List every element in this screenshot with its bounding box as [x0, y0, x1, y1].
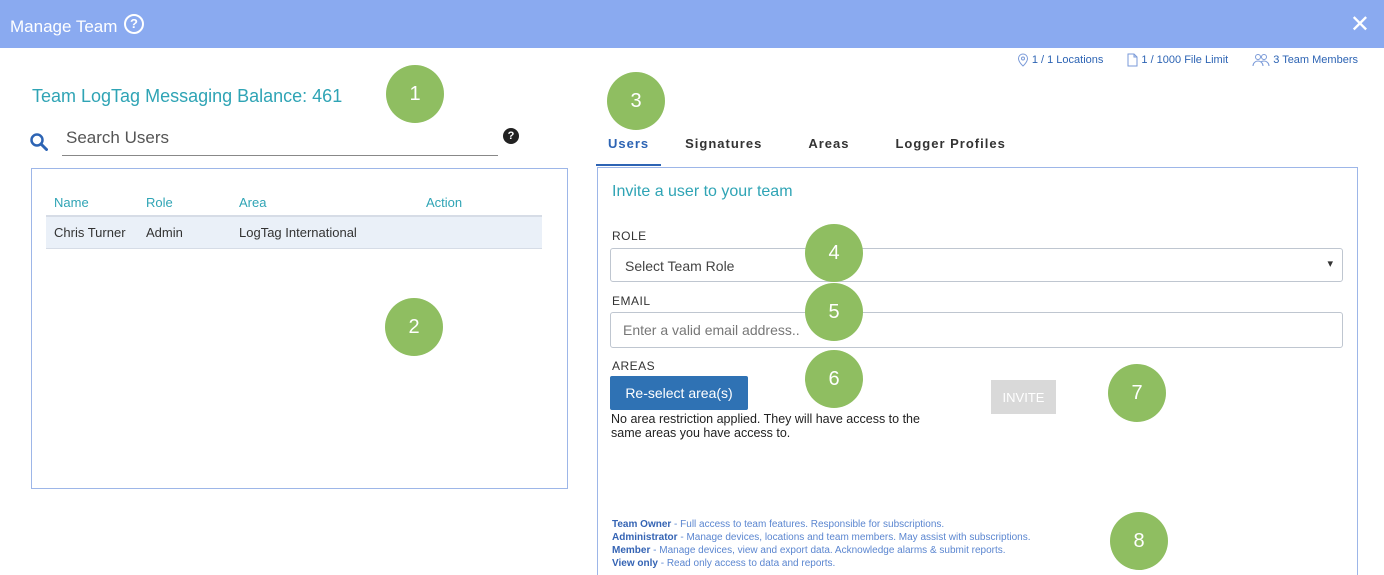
reselect-area-button[interactable]: Re-select area(s) — [610, 376, 748, 410]
location-pin-icon — [1017, 53, 1028, 67]
annotation-marker-5: 5 — [805, 283, 863, 341]
tab-bar: Users Signatures Areas Logger Profiles — [596, 126, 1018, 166]
email-field[interactable] — [610, 312, 1343, 348]
team-stats: 1 / 1 Locations 1 / 1000 File Limit 3 Te… — [1017, 53, 1358, 67]
role-descriptions: Team Owner - Full access to team feature… — [612, 518, 1031, 570]
annotation-marker-4: 4 — [805, 224, 863, 282]
area-restriction-note: No area restriction applied. They will h… — [611, 412, 920, 440]
column-header-name[interactable]: Name — [46, 189, 138, 217]
user-role-cell: Admin — [138, 216, 231, 249]
annotation-marker-1: 1 — [386, 65, 444, 123]
chevron-down-icon: ▾ — [1327, 258, 1333, 270]
locations-stat[interactable]: 1 / 1 Locations — [1017, 53, 1104, 67]
help-icon[interactable]: ? — [124, 14, 144, 34]
users-table: Name Role Area Action Chris Turner Admin… — [46, 189, 542, 249]
close-icon[interactable]: ✕ — [1350, 13, 1370, 37]
role-name: Team Owner — [612, 519, 672, 530]
annotation-marker-2: 2 — [385, 298, 443, 356]
messaging-balance: Team LogTag Messaging Balance: 461 — [32, 86, 343, 106]
role-desc: - Full access to team features. Responsi… — [671, 519, 945, 530]
role-select-value: Select Team Role — [625, 258, 735, 274]
dialog-title: Manage Team — [10, 17, 118, 36]
tab-areas[interactable]: Areas — [796, 126, 861, 166]
team-members-stat[interactable]: 3 Team Members — [1252, 53, 1358, 67]
search-icon — [30, 133, 48, 151]
users-panel: Name Role Area Action Chris Turner Admin… — [31, 168, 568, 489]
file-limit-count: 1 / 1000 File Limit — [1141, 54, 1229, 66]
annotation-marker-8: 8 — [1110, 512, 1168, 570]
annotation-marker-6: 6 — [805, 350, 863, 408]
tab-logger-profiles[interactable]: Logger Profiles — [883, 126, 1017, 166]
role-label: ROLE — [612, 229, 647, 243]
tab-users[interactable]: Users — [596, 126, 662, 166]
dialog-titlebar: Manage Team ? ✕ — [0, 0, 1384, 48]
file-limit-stat[interactable]: 1 / 1000 File Limit — [1127, 53, 1228, 67]
user-action-cell[interactable] — [418, 216, 542, 249]
role-desc: - Manage devices, locations and team mem… — [677, 532, 1031, 543]
areas-label: AREAS — [612, 359, 656, 373]
role-description: View only - Read only access to data and… — [612, 557, 1031, 570]
email-label: EMAIL — [612, 294, 651, 308]
invite-button[interactable]: INVITE — [991, 380, 1056, 414]
role-description: Administrator - Manage devices, location… — [612, 531, 1031, 544]
column-header-action: Action — [418, 189, 542, 217]
table-header-row: Name Role Area Action — [46, 189, 542, 217]
user-name-cell: Chris Turner — [46, 216, 138, 249]
users-icon — [1252, 54, 1270, 67]
table-row[interactable]: Chris Turner Admin LogTag International — [46, 216, 542, 249]
invite-title: Invite a user to your team — [612, 183, 793, 200]
role-name: View only — [612, 558, 658, 569]
file-icon — [1127, 53, 1138, 67]
annotation-marker-3: 3 — [607, 72, 665, 130]
annotation-marker-7: 7 — [1108, 364, 1166, 422]
help-icon[interactable]: ? — [503, 128, 519, 144]
role-select[interactable]: Select Team Role ▾ — [610, 248, 1343, 282]
role-desc: - Read only access to data and reports. — [657, 558, 836, 569]
column-header-area[interactable]: Area — [231, 189, 418, 217]
invite-panel: Invite a user to your team ROLE Select T… — [597, 167, 1358, 575]
column-header-role[interactable]: Role — [138, 189, 231, 217]
role-description: Member - Manage devices, view and export… — [612, 544, 1031, 557]
user-area-cell: LogTag International — [231, 216, 418, 249]
role-name: Administrator — [612, 532, 678, 543]
tab-signatures[interactable]: Signatures — [673, 126, 774, 166]
search-input[interactable] — [62, 120, 498, 156]
role-desc: - Manage devices, view and export data. … — [650, 545, 1006, 556]
locations-count: 1 / 1 Locations — [1031, 54, 1104, 66]
team-members-count: 3 Team Members — [1273, 54, 1358, 66]
role-name: Member — [612, 545, 651, 556]
role-description: Team Owner - Full access to team feature… — [612, 518, 1031, 531]
